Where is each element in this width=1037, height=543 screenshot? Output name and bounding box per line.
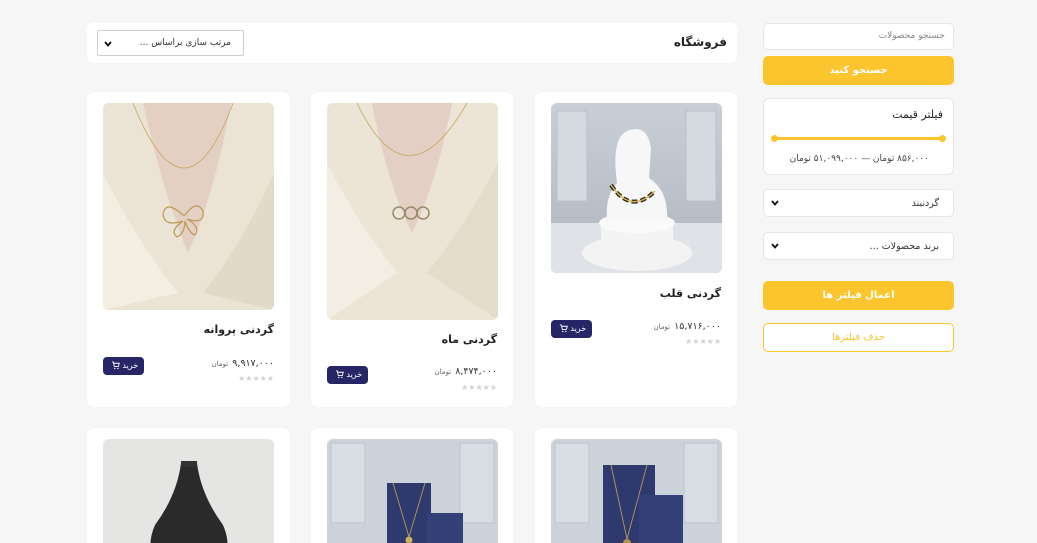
price-filter-title: فیلتر قیمت <box>892 108 943 121</box>
buy-button[interactable]: خرید <box>551 320 592 338</box>
rating-stars: ★★★★★ <box>238 374 274 383</box>
category-select-label: گردنبند <box>911 198 939 209</box>
product-name[interactable]: گردنی پروانه <box>204 323 274 336</box>
search-button[interactable]: جستجو کنید <box>763 56 954 85</box>
search-input[interactable]: جستجو محصولات <box>763 23 954 50</box>
buy-button-label: خرید <box>570 324 587 333</box>
price-slider[interactable] <box>771 135 946 142</box>
brand-select[interactable]: برند محصولات ... <box>763 232 954 260</box>
shop-header: فروشگاه مرتب سازی براساس ... <box>87 23 737 63</box>
chevron-down-icon <box>104 41 112 47</box>
price-currency: تومان <box>434 368 452 376</box>
price-value: ۹,۹۱۷,۰۰۰ <box>232 358 274 369</box>
price-slider-max-handle[interactable] <box>939 135 946 142</box>
product-card[interactable]: گردنی قلب ۱۵,۷۱۶,۰۰۰تومان ★★★★★ خرید <box>535 92 737 407</box>
brand-select-label: برند محصولات ... <box>869 241 939 252</box>
product-card[interactable] <box>535 428 737 543</box>
buy-button[interactable]: خرید <box>327 366 368 384</box>
buy-button-label: خرید <box>346 370 363 379</box>
product-image[interactable] <box>103 103 274 310</box>
product-card[interactable] <box>311 428 513 543</box>
chevron-down-icon <box>771 200 779 206</box>
price-currency: تومان <box>653 323 671 331</box>
product-card[interactable] <box>87 428 290 543</box>
rating-stars: ★★★★★ <box>461 383 497 392</box>
product-name[interactable]: گردنی قلب <box>660 287 721 300</box>
sort-select[interactable]: مرتب سازی براساس ... <box>97 30 244 56</box>
price-slider-min-handle[interactable] <box>771 135 778 142</box>
product-price: ۱۵,۷۱۶,۰۰۰تومان <box>654 321 721 332</box>
buy-button-label: خرید <box>122 361 139 370</box>
sort-select-label: مرتب سازی براساس ... <box>139 38 231 48</box>
product-image[interactable] <box>551 439 722 543</box>
product-image[interactable] <box>551 103 722 273</box>
chevron-down-icon <box>771 243 779 249</box>
product-card[interactable]: گردنی پروانه ۹,۹۱۷,۰۰۰تومان ★★★★★ خرید <box>87 92 290 407</box>
cart-icon <box>335 370 344 379</box>
product-image[interactable] <box>327 439 498 543</box>
price-value: ۱۵,۷۱۶,۰۰۰ <box>674 321 721 332</box>
price-currency: تومان <box>211 360 229 368</box>
product-price: ۹,۹۱۷,۰۰۰تومان <box>212 358 274 369</box>
product-image[interactable] <box>103 439 274 543</box>
product-price: ۸,۴۷۴,۰۰۰تومان <box>435 366 497 377</box>
apply-filters-button[interactable]: اعمال فیلتر ها <box>763 281 954 310</box>
cart-icon <box>559 324 568 333</box>
page-title: فروشگاه <box>673 35 727 49</box>
clear-filters-button[interactable]: حذف فیلترها <box>763 323 954 352</box>
product-image[interactable] <box>327 103 498 320</box>
buy-button[interactable]: خرید <box>103 357 144 375</box>
price-value: ۸,۴۷۴,۰۰۰ <box>455 366 497 377</box>
cart-icon <box>111 361 120 370</box>
price-range-label: ۸۵۶,۰۰۰ تومان — ۵۱,۰۹۹,۰۰۰ تومان <box>789 154 929 164</box>
product-name[interactable]: گردنی ماه <box>442 333 497 346</box>
price-filter-panel: فیلتر قیمت ۸۵۶,۰۰۰ تومان — ۵۱,۰۹۹,۰۰۰ تو… <box>763 98 954 175</box>
product-card[interactable]: گردنی ماه ۸,۴۷۴,۰۰۰تومان ★★★★★ خرید <box>311 92 513 407</box>
rating-stars: ★★★★★ <box>685 337 721 346</box>
category-select[interactable]: گردنبند <box>763 189 954 217</box>
